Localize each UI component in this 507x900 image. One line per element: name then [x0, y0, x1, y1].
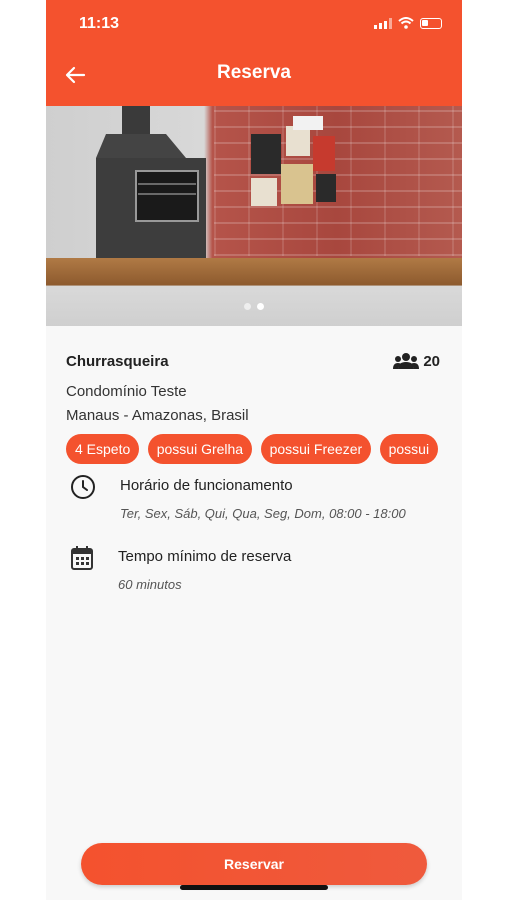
min-reservation-title: Tempo mínimo de reserva	[118, 548, 292, 565]
wooden-counter	[46, 258, 462, 326]
capacity-indicator: 20	[393, 352, 440, 370]
carousel-dot-active[interactable]	[257, 303, 264, 310]
venue-image-carousel[interactable]	[46, 106, 462, 326]
min-reservation-value: 60 minutos	[118, 577, 182, 592]
feature-tag: possui	[379, 434, 439, 464]
venue-name: Churrasqueira	[66, 353, 169, 370]
home-indicator	[180, 885, 328, 890]
condominium-name: Condomínio Teste	[66, 383, 187, 400]
users-icon	[393, 353, 420, 369]
battery-icon	[420, 17, 442, 29]
barbecue-grill-image	[96, 106, 206, 271]
signal-icon	[374, 17, 392, 29]
feature-tags[interactable]: 4 Espeto possui Grelha possui Freezer po…	[66, 434, 442, 466]
feature-tag: possui Freezer	[260, 434, 372, 464]
status-time: 11:13	[79, 15, 120, 32]
carousel-dot[interactable]	[244, 303, 251, 310]
clock-icon	[71, 475, 95, 499]
calendar-icon	[71, 546, 93, 570]
feature-tag: 4 Espeto	[66, 434, 140, 464]
carousel-dots	[46, 303, 462, 310]
wifi-icon	[398, 17, 414, 29]
phone-screen: 11:13 Reserva Churrasqueira 20 Condomíni…	[46, 0, 462, 900]
status-icons	[374, 17, 442, 29]
venue-location: Manaus - Amazonas, Brasil	[66, 407, 249, 424]
hours-value: Ter, Sex, Sáb, Qui, Qua, Seg, Dom, 08:00…	[120, 506, 406, 521]
wall-signs-image	[251, 116, 336, 206]
capacity-value: 20	[423, 352, 440, 370]
hours-title: Horário de funcionamento	[120, 477, 293, 494]
reserve-button[interactable]: Reservar	[81, 843, 427, 885]
app-header: 11:13 Reserva	[46, 0, 462, 106]
page-title: Reserva	[217, 62, 291, 83]
feature-tag: possui Grelha	[147, 434, 253, 464]
